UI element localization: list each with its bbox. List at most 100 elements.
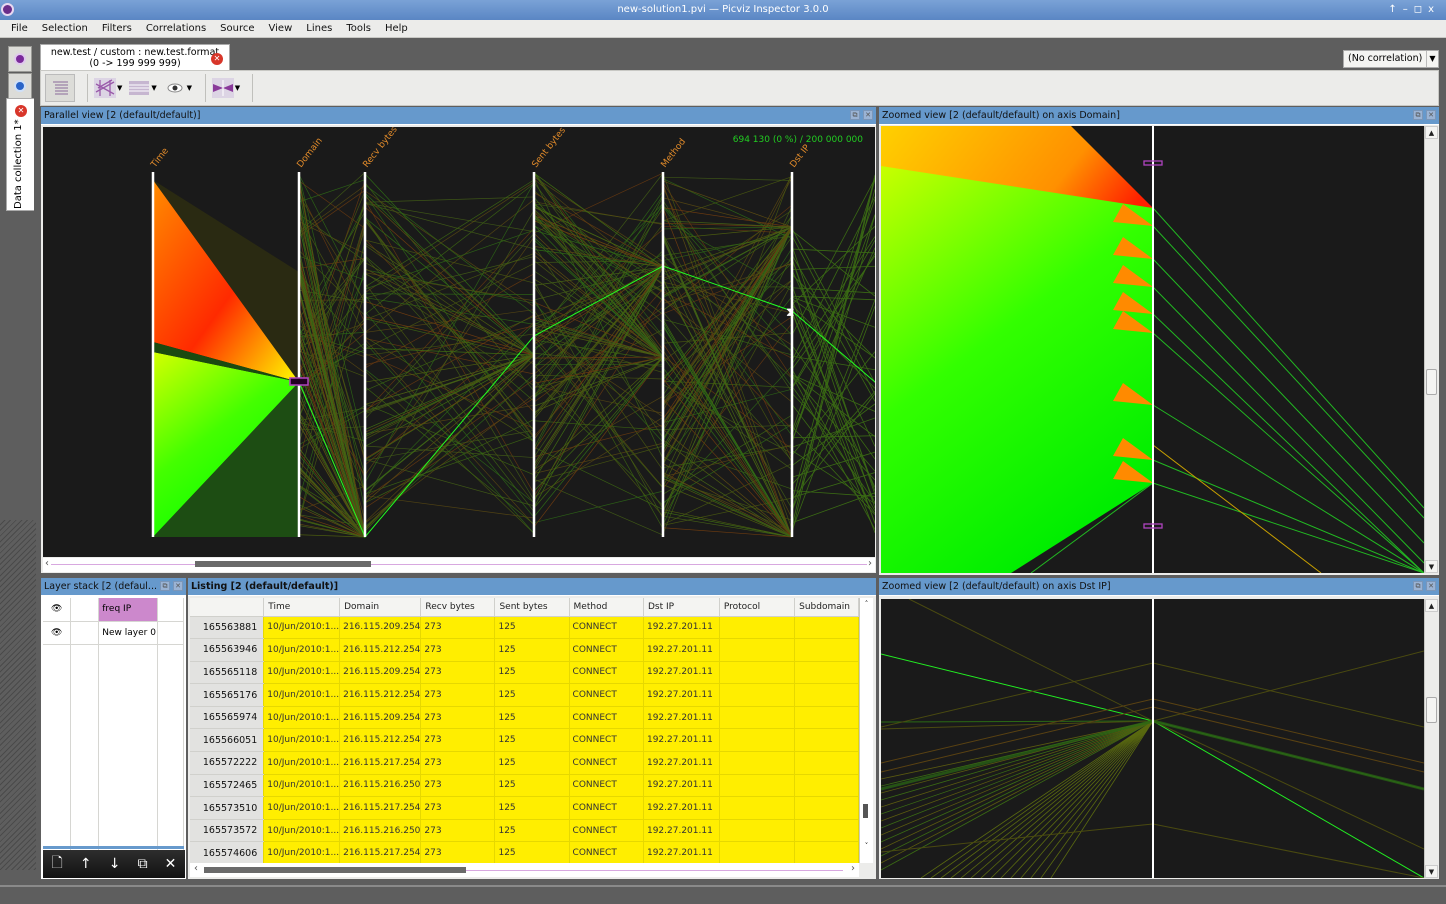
row-index[interactable]: 165566051 bbox=[190, 728, 265, 753]
cell-recv-bytes[interactable]: 273 bbox=[420, 683, 496, 707]
cell-dst-ip[interactable]: 192.27.201.11 bbox=[643, 819, 720, 843]
cell-time[interactable]: 10/Jun/2010:1... bbox=[263, 841, 341, 863]
cell-method[interactable]: CONNECT bbox=[569, 616, 644, 640]
cell-subdomain[interactable] bbox=[794, 706, 859, 730]
float-panel-button[interactable]: ⧉ bbox=[1413, 581, 1423, 591]
scroll-right-icon[interactable]: › bbox=[851, 863, 855, 874]
zoomed-view-domain-canvas[interactable] bbox=[881, 126, 1425, 574]
cell-recv-bytes[interactable]: 273 bbox=[420, 774, 496, 798]
cell-protocol[interactable] bbox=[719, 616, 796, 640]
cell-dst-ip[interactable]: 192.27.201.11 bbox=[643, 683, 720, 707]
cell-time[interactable]: 10/Jun/2010:1... bbox=[263, 638, 341, 662]
close-panel-button[interactable]: ✕ bbox=[863, 110, 873, 120]
dock-button-source[interactable] bbox=[8, 73, 32, 99]
new-layer-icon[interactable]: 🗋 bbox=[52, 852, 63, 876]
scroll-left-icon[interactable]: ‹ bbox=[194, 863, 198, 874]
cell-sent-bytes[interactable]: 125 bbox=[494, 616, 570, 640]
cell-domain[interactable]: 216.115.209.254 bbox=[339, 661, 422, 685]
cell-time[interactable]: 10/Jun/2010:1... bbox=[263, 661, 341, 685]
table-row[interactable]: 165573510 10/Jun/2010:1... 216.115.217.254… bbox=[190, 796, 859, 820]
axes-mode-button[interactable]: ▼ bbox=[94, 74, 122, 102]
cell-time[interactable]: 10/Jun/2010:1... bbox=[263, 774, 341, 798]
cell-method[interactable]: CONNECT bbox=[569, 751, 644, 775]
cell-method[interactable]: CONNECT bbox=[569, 774, 644, 798]
scroll-up-icon[interactable]: ▲ bbox=[1425, 126, 1438, 139]
scroll-thumb[interactable] bbox=[1426, 697, 1437, 723]
cell-protocol[interactable] bbox=[719, 796, 796, 820]
cell-recv-bytes[interactable]: 273 bbox=[420, 661, 496, 685]
cell-dst-ip[interactable]: 192.27.201.11 bbox=[643, 706, 720, 730]
cell-subdomain[interactable] bbox=[794, 616, 859, 640]
delete-layer-icon[interactable]: ✕ bbox=[165, 856, 177, 872]
cell-domain[interactable]: 216.115.209.254 bbox=[339, 616, 422, 640]
cell-method[interactable]: CONNECT bbox=[569, 683, 644, 707]
cell-dst-ip[interactable]: 192.27.201.11 bbox=[643, 638, 720, 662]
scroll-right-icon[interactable]: › bbox=[868, 558, 872, 569]
listing-vscrollbar[interactable]: ˄ ˅ bbox=[859, 598, 873, 863]
float-panel-button[interactable]: ⧉ bbox=[160, 581, 170, 591]
cell-method[interactable]: CONNECT bbox=[569, 706, 644, 730]
layer-name[interactable]: freq IP bbox=[98, 598, 159, 622]
window-controls[interactable]: ↑–◻x bbox=[1388, 0, 1440, 20]
scroll-down-icon[interactable]: ˅ bbox=[860, 840, 873, 853]
cell-sent-bytes[interactable]: 125 bbox=[494, 728, 570, 753]
layer-visibility-toggle[interactable]: 👁 bbox=[43, 621, 72, 645]
move-layer-up-icon[interactable]: ↑ bbox=[80, 856, 92, 872]
cell-sent-bytes[interactable]: 125 bbox=[494, 706, 570, 730]
cell-dst-ip[interactable]: 192.27.201.11 bbox=[643, 751, 720, 775]
cell-method[interactable]: CONNECT bbox=[569, 661, 644, 685]
cell-dst-ip[interactable]: 192.27.201.11 bbox=[643, 728, 720, 753]
menu-filters[interactable]: Filters bbox=[95, 23, 139, 34]
table-row[interactable]: 165572222 10/Jun/2010:1... 216.115.217.254… bbox=[190, 751, 859, 775]
row-index[interactable]: 165572465 bbox=[190, 774, 265, 798]
cell-protocol[interactable] bbox=[719, 683, 796, 707]
column-header-subdomain[interactable]: Subdomain bbox=[794, 598, 859, 617]
scroll-thumb[interactable] bbox=[195, 561, 371, 567]
cell-sent-bytes[interactable]: 125 bbox=[494, 683, 570, 707]
column-header-method[interactable]: Method bbox=[569, 598, 644, 617]
layer-row[interactable]: 👁 New layer 0 bbox=[43, 621, 184, 645]
minimize-icon[interactable]: – bbox=[1403, 4, 1414, 15]
cell-protocol[interactable] bbox=[719, 728, 796, 753]
parallel-view-canvas[interactable]: Time Domain Recv bytes Sent bytes Method Dst … bbox=[43, 125, 876, 557]
cell-subdomain[interactable] bbox=[794, 661, 859, 685]
cell-method[interactable]: CONNECT bbox=[569, 819, 644, 843]
close-tab-icon[interactable]: ✕ bbox=[211, 53, 223, 65]
cell-dst-ip[interactable]: 192.27.201.11 bbox=[643, 841, 720, 863]
table-row[interactable]: 165573572 10/Jun/2010:1... 216.115.216.250… bbox=[190, 819, 859, 843]
cell-domain[interactable]: 216.115.217.254 bbox=[339, 841, 422, 863]
cell-recv-bytes[interactable]: 273 bbox=[420, 706, 496, 730]
correlation-select[interactable]: (No correlation) ▼ bbox=[1343, 50, 1439, 68]
scroll-down-icon[interactable]: ▼ bbox=[1425, 560, 1438, 573]
table-row[interactable]: 165563946 10/Jun/2010:1... 216.115.212.254… bbox=[190, 638, 859, 662]
scroll-thumb[interactable] bbox=[1426, 369, 1437, 395]
table-row[interactable]: 165563881 10/Jun/2010:1... 216.115.209.254… bbox=[190, 616, 859, 640]
scroll-up-icon[interactable]: ▲ bbox=[1425, 599, 1438, 612]
cell-sent-bytes[interactable]: 125 bbox=[494, 661, 570, 685]
cell-recv-bytes[interactable]: 273 bbox=[420, 616, 496, 640]
table-row[interactable]: 165565176 10/Jun/2010:1... 216.115.212.254… bbox=[190, 683, 859, 707]
cell-protocol[interactable] bbox=[719, 638, 796, 662]
cell-time[interactable]: 10/Jun/2010:1... bbox=[263, 728, 341, 753]
column-header-protocol[interactable]: Protocol bbox=[719, 598, 796, 617]
menu-view[interactable]: View bbox=[262, 23, 300, 34]
column-header-domain[interactable]: Domain bbox=[339, 598, 422, 617]
parallel-coordinates-plot[interactable]: Time Domain Recv bytes Sent bytes Method Dst … bbox=[43, 125, 876, 557]
cell-dst-ip[interactable]: 192.27.201.11 bbox=[643, 796, 720, 820]
cell-subdomain[interactable] bbox=[794, 638, 859, 662]
cell-recv-bytes[interactable]: 273 bbox=[420, 751, 496, 775]
layers-mode-button[interactable]: ▼ bbox=[128, 74, 157, 102]
cell-sent-bytes[interactable]: 125 bbox=[494, 638, 570, 662]
table-row[interactable]: 165565118 10/Jun/2010:1... 216.115.209.254… bbox=[190, 661, 859, 685]
cell-protocol[interactable] bbox=[719, 751, 796, 775]
row-index[interactable]: 165565118 bbox=[190, 661, 265, 685]
menu-correlations[interactable]: Correlations bbox=[139, 23, 213, 34]
zoomed-domain-plot[interactable] bbox=[881, 126, 1425, 574]
cell-time[interactable]: 10/Jun/2010:1... bbox=[263, 616, 341, 640]
cell-protocol[interactable] bbox=[719, 819, 796, 843]
cell-sent-bytes[interactable]: 125 bbox=[494, 796, 570, 820]
cell-subdomain[interactable] bbox=[794, 728, 859, 753]
cell-domain[interactable]: 216.115.217.254 bbox=[339, 751, 422, 775]
listing-toggle-button[interactable] bbox=[45, 74, 75, 102]
row-index[interactable]: 165565974 bbox=[190, 706, 265, 730]
